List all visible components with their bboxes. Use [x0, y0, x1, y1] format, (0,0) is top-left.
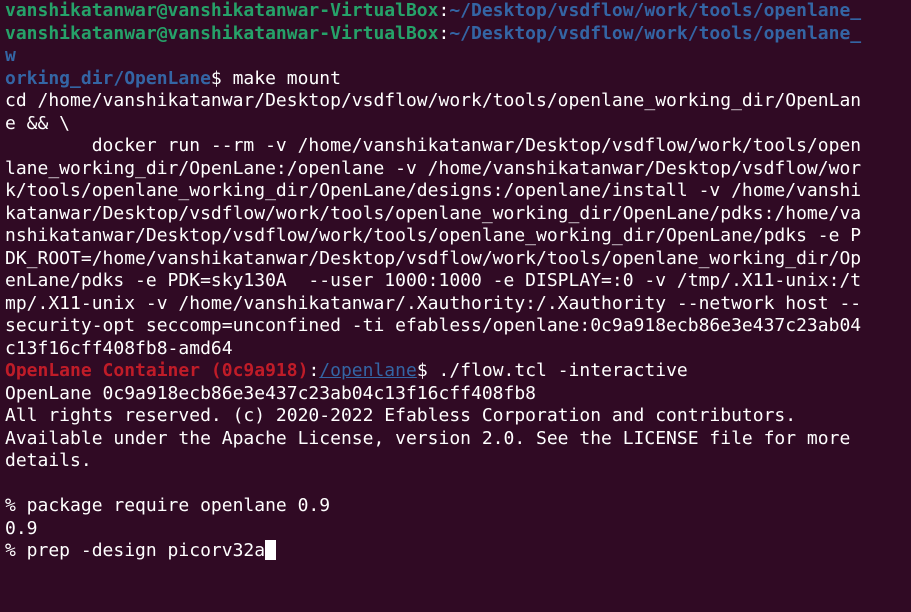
output-line: OpenLane 0c9a918ecb86e3e437c23ab04c13f16… — [5, 382, 537, 404]
shell-prompt-line: vanshikatanwar@vanshikatanwar-VirtualBox… — [5, 23, 911, 46]
output-line: cd /home/vanshikatanwar/Desktop/vsdflow/… — [5, 90, 862, 111]
container-command: ./flow.tcl -interactive — [438, 360, 688, 381]
prompt-dollar: $ — [210, 67, 233, 89]
output-line: k/tools/openlane_working_dir/OpenLane/de… — [5, 180, 862, 201]
container-prompt-line: OpenLane Container (0c9a918):/openlane$ … — [5, 360, 911, 383]
command-text: make mount — [232, 67, 341, 89]
prompt-separator: : — [438, 22, 450, 44]
output-line: 0.9 — [5, 517, 38, 539]
prompt-user-host: vanshikatanwar@vanshikatanwar-VirtualBox — [5, 0, 439, 21]
output-line: lane_working_dir/OpenLane:/openlane -v /… — [5, 157, 862, 179]
prompt-user-host: vanshikatanwar@vanshikatanwar-VirtualBox — [5, 22, 439, 44]
prompt-path: ~/Desktop/vsdflow/work/tools/openlane_ — [449, 0, 862, 21]
output-line: security-opt seccomp=unconfined -ti efab… — [5, 315, 862, 336]
output-line: All rights reserved. (c) 2020-2022 Efabl… — [5, 405, 797, 426]
container-name: OpenLane Container (0c9a918) — [5, 360, 309, 381]
output-line: Available under the Apache License, vers… — [5, 427, 851, 449]
output-line: mp/.X11-unix -v /home/vanshikatanwar/.Xa… — [5, 292, 862, 314]
prompt-path-wrap: w — [5, 45, 16, 66]
output-line: DK_ROOT=/home/vanshikatanwar/Desktop/vsd… — [5, 247, 862, 269]
output-line: e && \ — [5, 112, 71, 134]
container-path: /openlane — [319, 360, 417, 381]
output-line: % package require openlane 0.9 — [5, 495, 331, 516]
prompt-path: ~/Desktop/vsdflow/work/tools/openlane_ — [449, 22, 862, 44]
command-line: orking_dir/OpenLane$ make mount — [5, 68, 911, 91]
shell-prompt-line: vanshikatanwar@vanshikatanwar-VirtualBox… — [5, 0, 911, 23]
output-line: katanwar/Desktop/vsdflow/work/tools/open… — [5, 202, 862, 224]
output-line: enLane/pdks -e PDK=sky130A --user 1000:1… — [5, 270, 862, 291]
output-line: details. — [5, 450, 92, 471]
prompt-path-continued: orking_dir/OpenLane — [5, 67, 211, 89]
prompt-separator: : — [438, 0, 450, 21]
container-dollar: $ — [416, 360, 439, 381]
output-line: nshikatanwar/Desktop/vsdflow/work/tools/… — [5, 225, 862, 246]
output-line: docker run --rm -v /home/vanshikatanwar/… — [5, 135, 862, 156]
current-input-text[interactable]: % prep -design picorv32a — [5, 540, 265, 561]
output-line: c13f16cff408fb8-amd64 — [5, 337, 233, 359]
active-input-line[interactable]: % prep -design picorv32a — [5, 540, 911, 563]
text-cursor — [265, 540, 277, 560]
container-colon: : — [308, 360, 320, 381]
terminal-window[interactable]: vanshikatanwar@vanshikatanwar-VirtualBox… — [0, 0, 911, 612]
